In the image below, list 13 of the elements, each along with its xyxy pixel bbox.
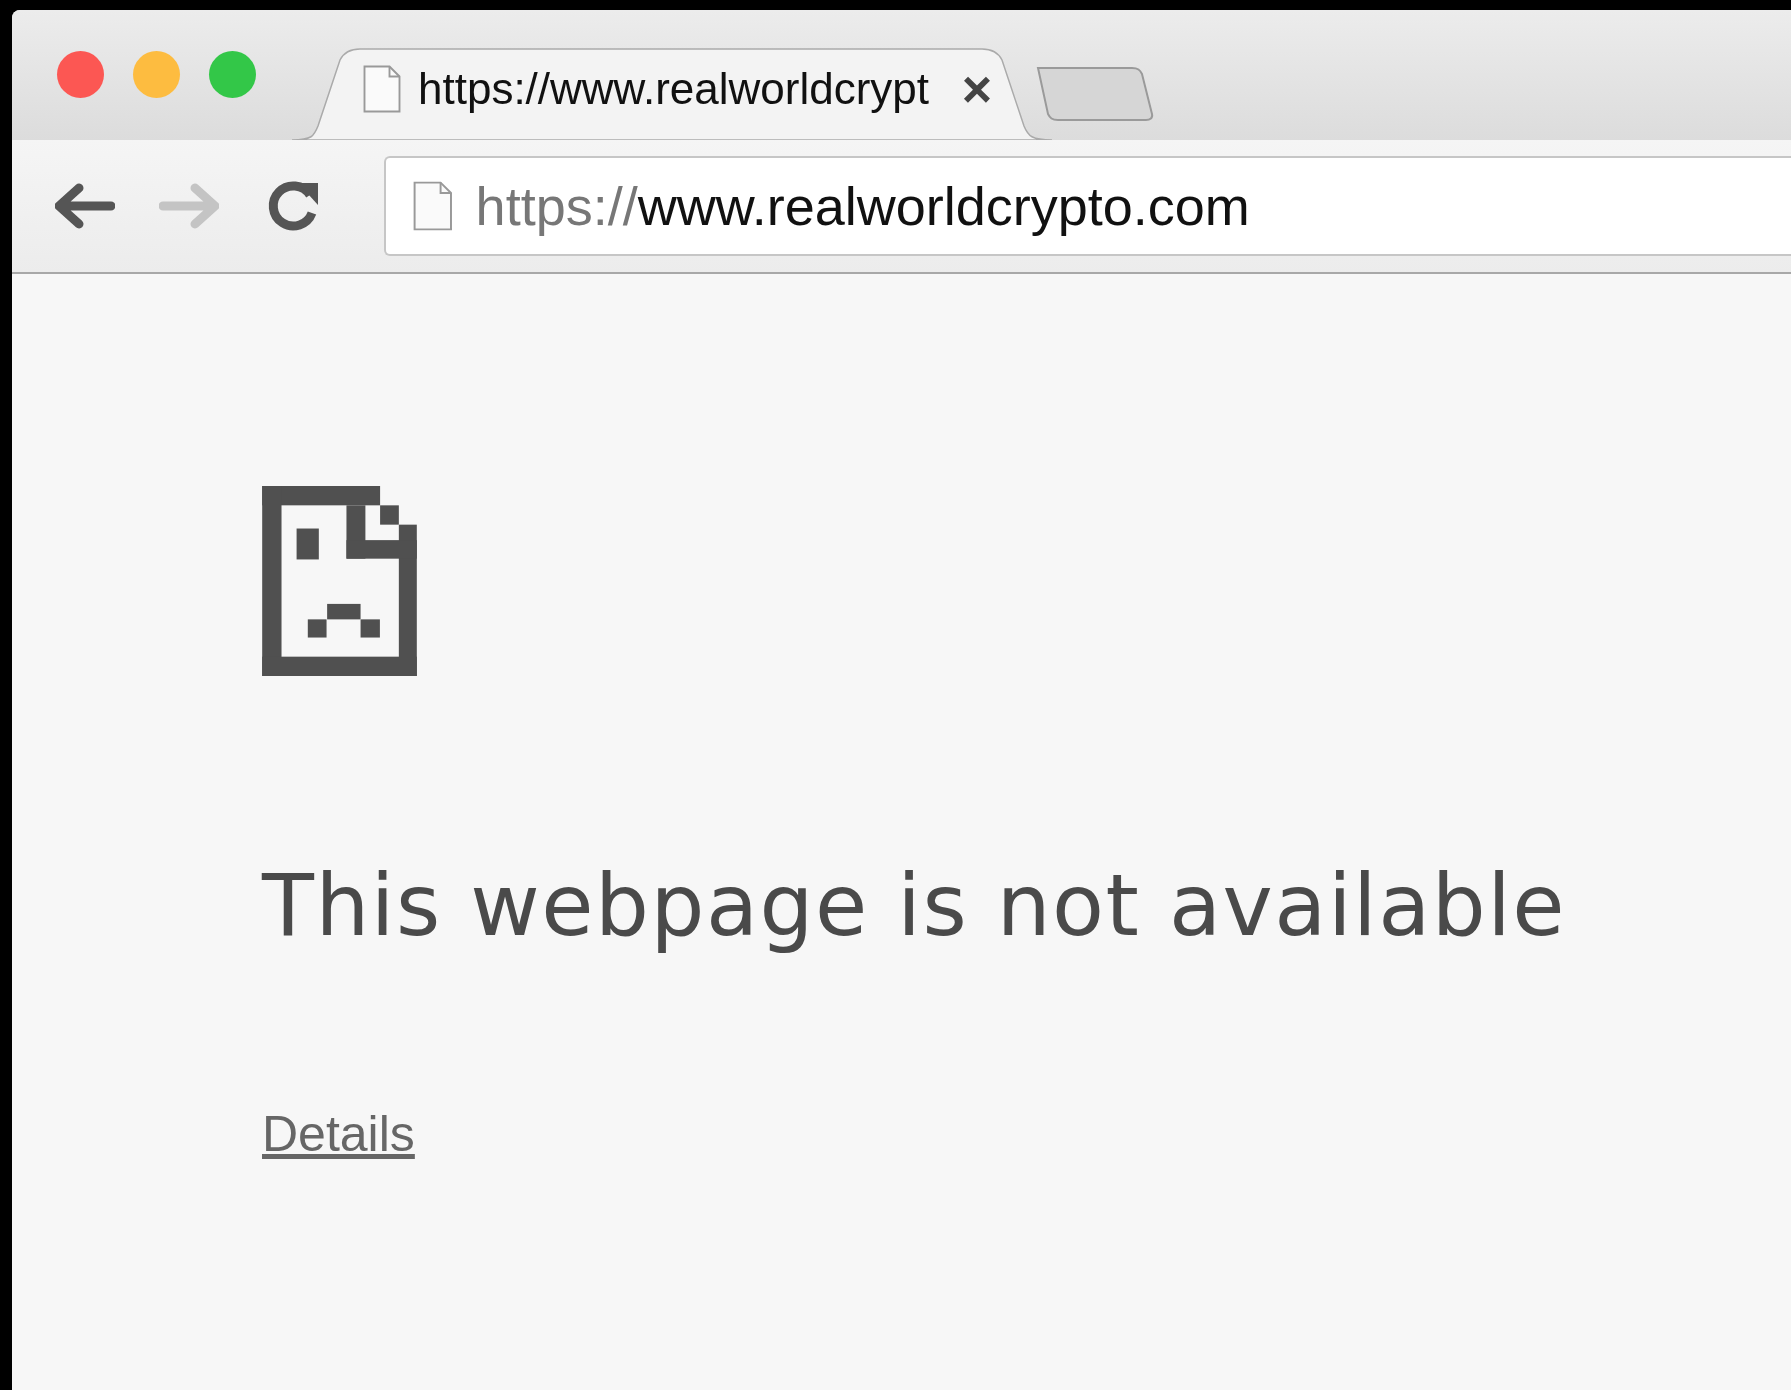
window-control[interactable] xyxy=(133,51,180,98)
error-heading: This webpage is not available xyxy=(262,856,1567,955)
page-icon xyxy=(412,180,454,232)
url-text: https://www.realworldcrypto.com xyxy=(475,175,1250,237)
window-control[interactable] xyxy=(57,51,104,98)
window-control[interactable] xyxy=(209,51,256,98)
details-link[interactable]: Details xyxy=(262,1105,415,1163)
close-button[interactable]: × xyxy=(961,63,992,115)
address-bar[interactable]: https://www.realworldcrypto.com xyxy=(384,156,1791,256)
browser-tab[interactable]: https://www.realworldcrypt × xyxy=(292,48,1052,140)
sad-page-icon xyxy=(262,486,417,676)
new-tab-button[interactable] xyxy=(1034,64,1154,122)
page-icon xyxy=(362,64,402,114)
